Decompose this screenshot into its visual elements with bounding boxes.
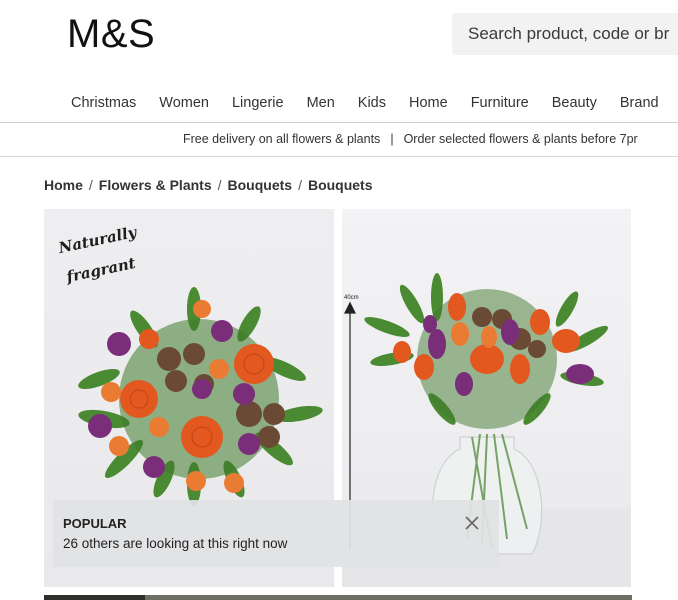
breadcrumb-flowers-plants[interactable]: Flowers & Plants (99, 177, 212, 193)
promo-order-text[interactable]: Order selected flowers & plants before 7… (404, 132, 638, 146)
popup-message: 26 others are looking at this right now (63, 536, 288, 551)
breadcrumb-current: Bouquets (307, 177, 373, 193)
nav-item-lingerie[interactable]: Lingerie (232, 88, 284, 118)
breadcrumb-separator: / (217, 177, 222, 193)
search-box[interactable] (452, 13, 678, 55)
main-nav: Christmas Women Lingerie Men Kids Home F… (71, 88, 678, 118)
header-divider (0, 122, 678, 123)
nav-item-women[interactable]: Women (159, 88, 209, 118)
ms-logo[interactable]: M&S (67, 12, 155, 56)
thumbnail-active-indicator[interactable] (44, 595, 145, 600)
breadcrumb-separator: / (298, 177, 302, 193)
breadcrumb-bouquets[interactable]: Bouquets (228, 177, 293, 193)
nav-item-furniture[interactable]: Furniture (471, 88, 529, 118)
search-input[interactable] (452, 13, 678, 55)
close-icon[interactable] (463, 514, 481, 532)
promo-delivery-text[interactable]: Free delivery on all flowers & plants (183, 132, 380, 146)
nav-item-beauty[interactable]: Beauty (552, 88, 597, 118)
breadcrumb: Home / Flowers & Plants / Bouquets / Bouquets (44, 177, 373, 193)
nav-item-brands[interactable]: Brand (620, 88, 659, 118)
nav-item-men[interactable]: Men (307, 88, 335, 118)
breadcrumb-home[interactable]: Home (44, 177, 83, 193)
popularity-popup: POPULAR 26 others are looking at this ri… (53, 500, 499, 567)
promo-divider (0, 156, 678, 157)
promo-separator: | (390, 132, 394, 146)
nav-item-kids[interactable]: Kids (358, 88, 386, 118)
breadcrumb-separator: / (88, 177, 93, 193)
thumbnail-strip[interactable] (44, 595, 632, 600)
measure-label: 40cm (344, 295, 359, 301)
nav-item-christmas[interactable]: Christmas (71, 88, 136, 118)
nav-item-home[interactable]: Home (409, 88, 448, 118)
promo-banner: Free delivery on all flowers & plants | Or… (183, 132, 638, 146)
popup-title: POPULAR (63, 516, 127, 531)
